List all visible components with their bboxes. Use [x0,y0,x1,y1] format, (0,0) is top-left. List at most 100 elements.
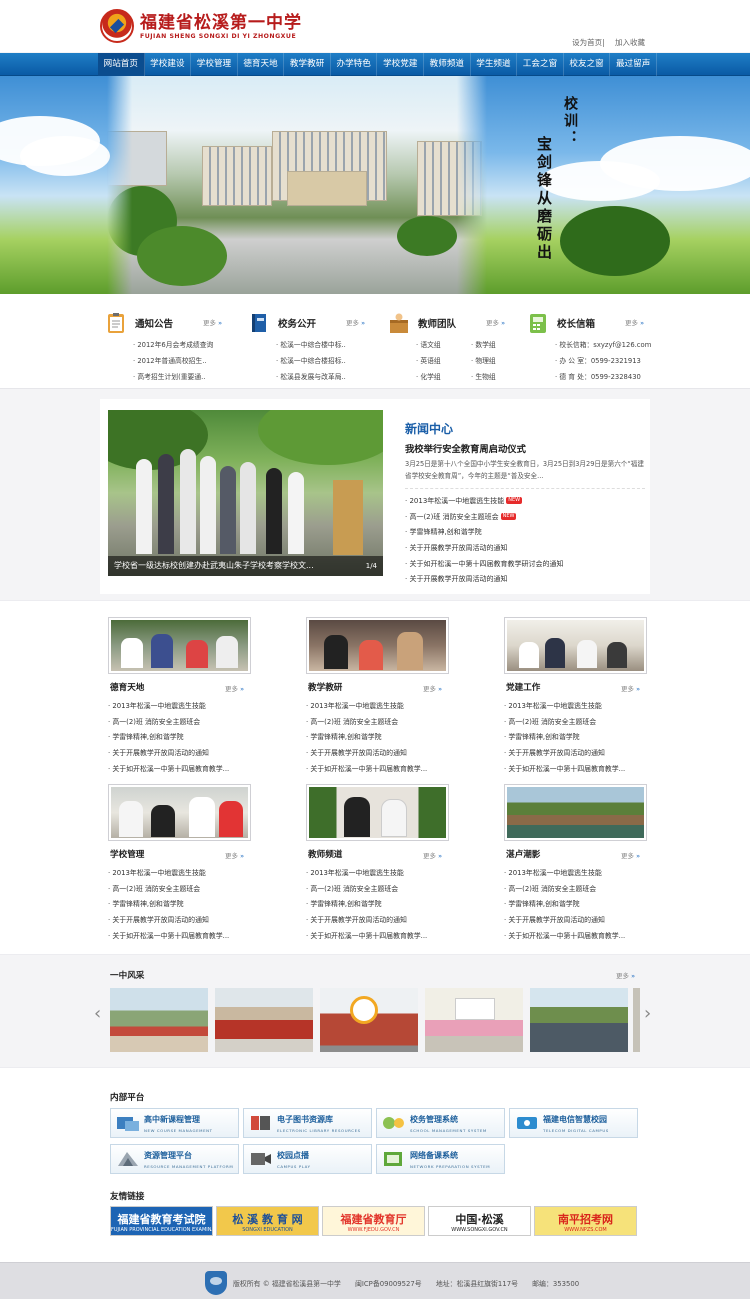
site-logo[interactable]: 福建省松溪第一中学 FUJIAN SHENG SONGXI DI YI ZHON… [100,8,302,44]
column-item[interactable]: 学雷锋精神,创和谐学院 [306,730,446,746]
friend-link-npzs[interactable]: 南平招考网 WWW.NPZS.COM [534,1206,637,1236]
teachers-more-link[interactable]: 更多 [486,317,505,327]
nav-item-management[interactable]: 学校管理 [191,53,238,76]
column-photo[interactable] [504,784,647,841]
column-item[interactable]: 关于如开松溪一中第十四届教育教学... [108,929,248,945]
friend-link-exam[interactable]: 福建省教育考试院 FUJIAN PROVINCIAL EDUCATION EXAM… [110,1206,213,1236]
affairs-item[interactable]: 松溪一中综合楼中标.. [276,337,390,353]
column-item[interactable]: 2013年松溪一中地震逃生技能 [108,866,248,882]
news-item[interactable]: 高一(2)班 消防安全主题班会NEW [405,510,645,526]
column-more-link[interactable]: 更多 [225,683,244,693]
column-item[interactable]: 高一(2)班 消防安全主题班会 [108,715,248,731]
column-item[interactable]: 学雷锋精神,创和谐学院 [108,897,248,913]
nav-item-features[interactable]: 办学特色 [331,53,378,76]
column-item[interactable]: 2013年松溪一中地震逃生技能 [306,699,446,715]
news-item[interactable]: 学雷锋精神,创和谐学院 [405,525,645,541]
column-photo[interactable] [306,784,449,841]
gallery-prev-icon[interactable]: ‹ [94,1005,101,1023]
column-item[interactable]: 关于如开松溪一中第十四届教育教学... [504,762,644,778]
platform-link[interactable]: 资源管理平台 RESOURCE MANAGEMENT PLATFORM [110,1144,239,1174]
slide-caption[interactable]: 学校省一级达标校创建办赴武夷山朱子学校考察学校文... 1/4 [108,556,383,576]
affairs-item[interactable]: 松溪一中综合楼招标.. [276,353,390,369]
add-favorite-link[interactable]: 加入收藏 [615,38,645,47]
nav-item-teaching[interactable]: 教学教研 [284,53,331,76]
column-item[interactable]: 学雷锋精神,创和谐学院 [108,730,248,746]
column-photo[interactable] [504,617,647,674]
notice-item[interactable]: 2012年普通高校招生.. [133,353,247,369]
column-title[interactable]: 党建工作 [506,681,540,693]
column-item[interactable]: 高一(2)班 消防安全主题班会 [504,715,644,731]
teacher-group[interactable]: 生物组 [471,369,526,385]
gallery-photo[interactable] [530,988,628,1052]
mailbox-more-link[interactable]: 更多 [625,317,644,327]
column-item[interactable]: 高一(2)班 消防安全主题班会 [306,882,446,898]
friend-link-songxi-gov[interactable]: 中国·松溪 WWW.SONGXI.GOV.CN [428,1206,531,1236]
column-item[interactable]: 关于如开松溪一中第十四届教育教学... [306,929,446,945]
column-item[interactable]: 关于开展教学开放周活动的通知 [504,746,644,762]
column-title[interactable]: 教师频道 [308,848,342,860]
friend-link-fjedu[interactable]: 福建省教育厅 WWW.FJEDU.GOV.CN [322,1206,425,1236]
column-item[interactable]: 关于开展教学开放周活动的通知 [306,746,446,762]
column-item[interactable]: 关于如开松溪一中第十四届教育教学... [504,929,644,945]
column-item[interactable]: 关于开展教学开放周活动的通知 [108,913,248,929]
column-item[interactable]: 2013年松溪一中地震逃生技能 [108,699,248,715]
news-slideshow[interactable]: 学校省一级达标校创建办赴武夷山朱子学校考察学校文... 1/4 [108,410,383,576]
set-homepage-link[interactable]: 设为首页 [572,38,602,47]
nav-item-home[interactable]: 网站首页 [98,53,145,76]
news-item[interactable]: 关于如开松溪一中第十四届教育教学研讨会的通知 [405,557,645,573]
column-title[interactable]: 教学教研 [308,681,342,693]
column-item[interactable]: 学雷锋精神,创和谐学院 [306,897,446,913]
teacher-group[interactable]: 物理组 [471,353,526,369]
platform-link[interactable]: 电子图书资源库 ELECTRONIC LIBRARY RESOURCES [243,1108,372,1138]
teacher-group[interactable]: 数学组 [471,337,526,353]
nav-item-construction[interactable]: 学校建设 [145,53,192,76]
nav-item-alumni[interactable]: 校友之窗 [564,53,611,76]
column-item[interactable]: 学雷锋精神,创和谐学院 [504,897,644,913]
platform-link[interactable]: 福建电信智慧校园 TELECOM DIGITAL CAMPUS [509,1108,638,1138]
footer-icp[interactable]: 闽ICP备09009527号 [355,1280,422,1288]
affairs-item[interactable]: 松溪县发展与改革局.. [276,369,390,385]
platform-link[interactable]: 校园点播 CAMPUS PLAY [243,1144,372,1174]
news-item[interactable]: 关于开展教学开放周活动的通知 [405,572,645,588]
gallery-photo[interactable] [215,988,313,1052]
column-item[interactable]: 高一(2)班 消防安全主题班会 [504,882,644,898]
security-badge-icon[interactable] [205,1271,227,1295]
gallery-next-icon[interactable]: › [644,1005,651,1023]
column-item[interactable]: 2013年松溪一中地震逃生技能 [504,699,644,715]
notice-more-link[interactable]: 更多 [203,317,222,327]
column-item[interactable]: 高一(2)班 消防安全主题班会 [306,715,446,731]
gallery-photo[interactable] [110,988,208,1052]
gallery-more-link[interactable]: 更多 [616,970,635,980]
column-item[interactable]: 高一(2)班 消防安全主题班会 [108,882,248,898]
column-item[interactable]: 关于如开松溪一中第十四届教育教学... [306,762,446,778]
nav-item-party[interactable]: 学校党建 [377,53,425,76]
nav-item-guestbook[interactable]: 最过留声 [610,53,657,76]
nav-item-students[interactable]: 学生频道 [471,53,518,76]
news-headline[interactable]: 我校举行安全教育周启动仪式 [405,441,526,455]
column-more-link[interactable]: 更多 [621,850,640,860]
column-more-link[interactable]: 更多 [423,850,442,860]
news-item[interactable]: 关于开展教学开放周活动的通知 [405,541,645,557]
affairs-more-link[interactable]: 更多 [346,317,365,327]
column-more-link[interactable]: 更多 [423,683,442,693]
gallery-photo[interactable] [425,988,523,1052]
column-item[interactable]: 关于开展教学开放周活动的通知 [108,746,248,762]
column-item[interactable]: 关于开展教学开放周活动的通知 [504,913,644,929]
gallery-photo[interactable] [633,988,640,1052]
column-item[interactable]: 2013年松溪一中地震逃生技能 [306,866,446,882]
column-item[interactable]: 关于开展教学开放周活动的通知 [306,913,446,929]
platform-link[interactable]: 高中新课程管理 NEW COURSE MANAGEMENT [110,1108,239,1138]
column-more-link[interactable]: 更多 [621,683,640,693]
teacher-group[interactable]: 英语组 [416,353,471,369]
platform-link[interactable]: 网络备课系统 NETWORK PREPARATION SYSTEM [376,1144,505,1174]
mailbox-email[interactable]: 校长信箱：sxyzyf@126.com [555,337,669,353]
nav-item-union[interactable]: 工会之窗 [517,53,564,76]
notice-item[interactable]: 高考招生计划(重要通.. [133,369,247,385]
column-more-link[interactable]: 更多 [225,850,244,860]
column-title[interactable]: 湛卢潮影 [506,848,540,860]
nav-item-moral[interactable]: 德育天地 [238,53,285,76]
column-photo[interactable] [108,784,251,841]
column-title[interactable]: 德育天地 [110,681,144,693]
column-item[interactable]: 关于如开松溪一中第十四届教育教学... [108,762,248,778]
column-photo[interactable] [306,617,449,674]
